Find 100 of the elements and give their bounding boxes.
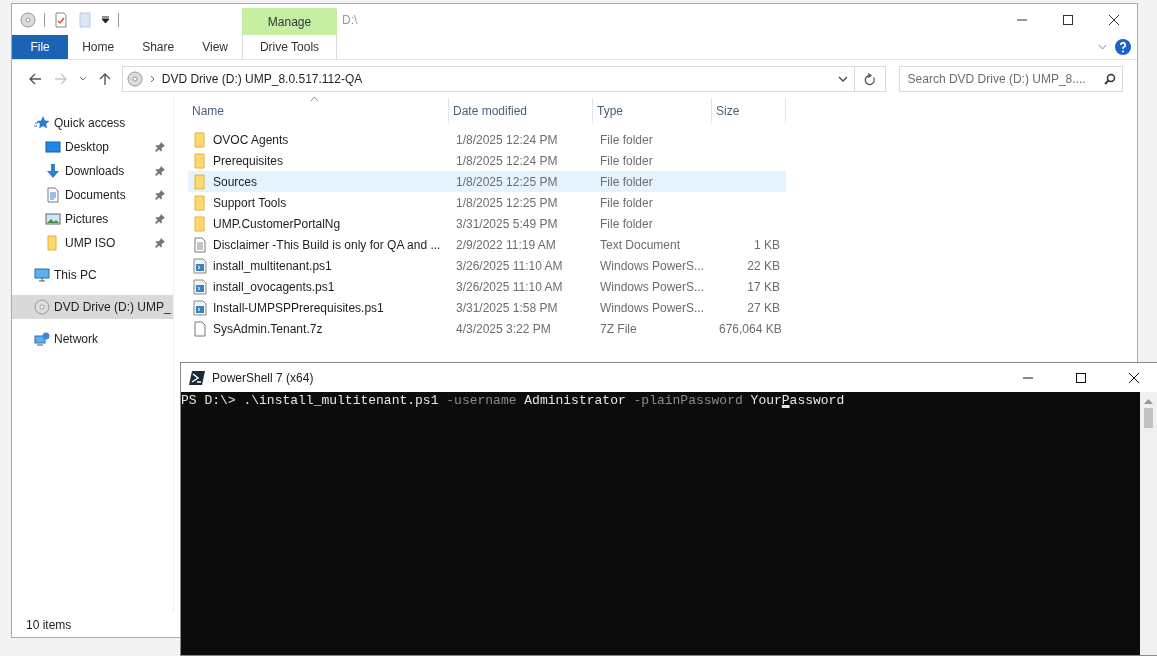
date-cell-text: 3/26/2025 11:10 AM	[455, 258, 564, 273]
window-title: D:\	[341, 12, 359, 29]
navigation-item[interactable]: DVD Drive (D:) UMP_	[12, 295, 173, 319]
script-file-icon	[192, 299, 208, 316]
navigation-item[interactable]: This PC	[12, 263, 173, 287]
file-row[interactable]: Install-UMPSPPrerequisites.ps1 3/31/2025 1:58 PM Windows PowerS... 27 KB	[188, 297, 786, 318]
item-count: 10 items	[26, 618, 72, 632]
folder-icon	[192, 173, 208, 190]
scroll-up-arrow-icon[interactable]	[1144, 398, 1153, 404]
navigation-item[interactable]: Pictures	[12, 207, 173, 231]
file-row[interactable]: OVOC Agents 1/8/2025 12:24 PM File folder	[188, 129, 786, 150]
file-name: Disclaimer -This Build is only for QA and ...	[213, 237, 441, 252]
file-icon	[192, 320, 208, 337]
star-icon	[34, 115, 50, 131]
caret-icon	[78, 76, 87, 82]
close-icon	[1109, 14, 1119, 25]
navigation-label: Network	[54, 332, 99, 346]
file-row[interactable]: Prerequisites 1/8/2025 12:24 PM File folder	[188, 150, 786, 171]
customize-dropdown-icon[interactable]	[101, 15, 110, 24]
maximize-icon	[1076, 372, 1086, 383]
navigation-label: Quick access	[54, 116, 127, 130]
type-cell-text: Windows PowerS...	[599, 258, 706, 273]
ribbon-tab[interactable]: Home	[68, 35, 129, 59]
date-cell-text: 1/8/2025 12:24 PM	[455, 132, 559, 147]
date-cell-text: 1/8/2025 12:24 PM	[455, 153, 559, 168]
search-icon	[1104, 73, 1116, 85]
type-cell-text: Text Document	[599, 237, 682, 252]
file-row[interactable]: install_ovocagents.ps1 3/26/2025 11:10 AM Windows PowerS... 17 KB	[188, 276, 786, 297]
column-header[interactable]: Size	[712, 98, 786, 123]
date-cell-text: 3/26/2025 11:10 AM	[455, 279, 564, 294]
right-arrow-icon	[53, 72, 68, 86]
window-title: PowerShell 7 (x64)	[212, 370, 315, 385]
file-name: UMP.CustomerPortalNg	[213, 216, 341, 231]
file-row[interactable]: UMP.CustomerPortalNg 3/31/2025 5:49 PM File folder	[188, 213, 786, 234]
refresh-button[interactable]	[854, 66, 886, 92]
navigation-item[interactable]: Downloads	[12, 159, 173, 183]
download-arrow-icon	[45, 163, 61, 179]
navigation-label: This PC	[54, 268, 98, 282]
file-name: Prerequisites	[213, 153, 284, 168]
address-bar[interactable]: DVD Drive (D:) UMP_8.0.517.112-QA	[121, 66, 855, 92]
size-cell-text: 1 KB	[753, 237, 781, 252]
file-name: Install-UMPSPPrerequisites.ps1	[213, 300, 384, 315]
navigation-item[interactable]: UMP ISO	[12, 231, 173, 255]
refresh-icon	[863, 72, 876, 86]
size-cell-text: 676,064 KB	[718, 321, 783, 336]
dropdown-caret-icon[interactable]	[837, 76, 848, 82]
file-name: SysAdmin.Tenant.7z	[213, 321, 323, 336]
type-cell-text: File folder	[599, 216, 654, 231]
disc-icon	[34, 299, 50, 315]
folder-icon	[192, 152, 208, 169]
folder-icon	[192, 215, 208, 232]
type-cell-text: File folder	[599, 174, 654, 189]
date-cell-text: 3/31/2025 5:49 PM	[455, 216, 559, 231]
size-cell-text: 27 KB	[746, 300, 781, 315]
script-file-icon	[192, 278, 208, 295]
navigation-item[interactable]: Quick access	[12, 111, 173, 135]
column-header[interactable]: Name	[188, 98, 449, 123]
date-cell-text: 3/31/2025 1:58 PM	[455, 300, 559, 315]
navigation-label: Downloads	[65, 164, 126, 178]
chevron-right-icon[interactable]	[149, 75, 155, 83]
disc-icon[interactable]	[20, 11, 36, 28]
document-icon	[45, 187, 61, 203]
scrollbar-thumb[interactable]	[1144, 408, 1153, 428]
file-row[interactable]: Support Tools 1/8/2025 12:25 PM File folder	[188, 192, 786, 213]
network-icon	[34, 331, 50, 347]
ribbon-tab[interactable]: Share	[128, 35, 189, 59]
file-name: install_multitenant.ps1	[213, 258, 332, 273]
file-row[interactable]: Disclaimer -This Build is only for QA and ... 2/9/2022 11:19 AM Text Document 1 KB	[188, 234, 786, 255]
help-icon[interactable]	[1115, 39, 1131, 55]
file-name: Support Tools	[213, 195, 287, 210]
date-cell-text: 2/9/2022 11:19 AM	[455, 237, 557, 252]
navigation-item[interactable]: Desktop	[12, 135, 173, 159]
date-cell-text: 1/8/2025 12:25 PM	[455, 195, 559, 210]
address-path: DVD Drive (D:) UMP_8.0.517.112-QA	[161, 72, 364, 86]
file-row[interactable]: Sources 1/8/2025 12:25 PM File folder	[188, 171, 786, 192]
type-cell-text: File folder	[599, 153, 654, 168]
type-cell-text: Windows PowerS...	[599, 300, 706, 315]
date-cell-text: 4/3/2025 3:22 PM	[455, 321, 552, 336]
picture-icon	[45, 211, 61, 227]
navigation-item[interactable]: Documents	[12, 183, 173, 207]
disc-icon	[126, 71, 143, 87]
command-line: PS D:\> .\install_multitenant.ps1 -username Administrator -plainPassword YourPassword	[181, 393, 845, 408]
navigation-item[interactable]: Network	[12, 327, 173, 351]
column-header[interactable]: Date modified	[449, 98, 593, 123]
column-header[interactable]: Type	[593, 98, 712, 123]
properties-icon[interactable]	[53, 11, 69, 28]
file-menu-tab[interactable]: File	[12, 35, 69, 59]
type-cell-text: Windows PowerS...	[599, 279, 706, 294]
manage-contextual-header: Manage	[242, 8, 337, 35]
size-cell-text: 17 KB	[746, 279, 781, 294]
navigation-label: Pictures	[65, 212, 110, 226]
file-row[interactable]: SysAdmin.Tenant.7z 4/3/2025 3:22 PM 7Z File 676,064 KB	[188, 318, 786, 339]
expand-ribbon-icon[interactable]	[1098, 44, 1107, 50]
scrollbar[interactable]	[1140, 392, 1157, 655]
ribbon-tab[interactable]: View	[188, 35, 242, 59]
search-field[interactable]: Search DVD Drive (D:) UMP_8....	[898, 66, 1123, 92]
size-cell-text: 22 KB	[746, 258, 781, 273]
file-name: install_ovocagents.ps1	[213, 279, 335, 294]
file-row[interactable]: install_multitenant.ps1 3/26/2025 11:10 AM Windows PowerS... 22 KB	[188, 255, 786, 276]
navigation-label: Documents	[65, 188, 127, 202]
